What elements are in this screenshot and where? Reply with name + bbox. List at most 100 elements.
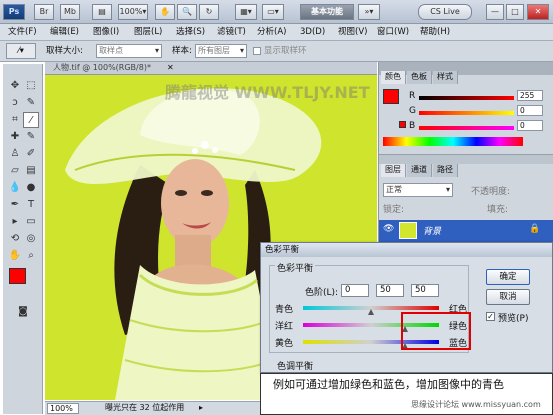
- menu-filter[interactable]: 滤镜(T): [217, 24, 246, 40]
- zoom-tool-icon[interactable]: ⌕: [23, 248, 39, 264]
- foreground-color-swatch[interactable]: [9, 268, 26, 284]
- shape-tool-icon[interactable]: ▭: [23, 214, 39, 230]
- menu-window[interactable]: 窗口(W): [377, 24, 409, 40]
- maximize-button[interactable]: □: [506, 4, 524, 20]
- dodge-tool-icon[interactable]: ●: [23, 180, 39, 196]
- r-field[interactable]: 255: [517, 90, 543, 101]
- workspace-menu-icon[interactable]: »▾: [358, 4, 380, 20]
- status-menu-icon[interactable]: ▸: [199, 402, 203, 414]
- options-bar: ⁄▾ 取样大小: 取样点 样本: 所有图层 显示取样环: [0, 41, 553, 62]
- zoom-field[interactable]: 100%: [47, 403, 79, 414]
- healing-tool-icon[interactable]: ✚: [7, 129, 23, 145]
- layer-row-background[interactable]: 👁 背景 🔒: [379, 220, 553, 242]
- layer-visibility-icon[interactable]: 👁: [383, 224, 394, 234]
- history-brush-tool-icon[interactable]: ✐: [23, 146, 39, 162]
- menu-file[interactable]: 文件(F): [8, 24, 37, 40]
- cyan-red-thumb[interactable]: [368, 309, 374, 315]
- show-ring-checkbox[interactable]: [253, 47, 261, 55]
- opacity-label: 不透明度:: [471, 187, 511, 197]
- color-spectrum-bar[interactable]: [383, 137, 523, 146]
- ok-button[interactable]: 确定: [486, 269, 530, 285]
- move-tool-icon[interactable]: ✥: [7, 78, 23, 94]
- b-slider[interactable]: [419, 126, 514, 130]
- sample-size-select[interactable]: 取样点: [96, 44, 162, 58]
- hand-tool-icon[interactable]: ✋: [155, 4, 175, 20]
- menu-select[interactable]: 选择(S): [176, 24, 205, 40]
- status-info: 曝光只在 32 位起作用: [105, 403, 185, 412]
- lasso-tool-icon[interactable]: ↄ: [7, 95, 23, 111]
- rotate-view-icon[interactable]: ↻: [199, 4, 219, 20]
- 3d-rotate-tool-icon[interactable]: ⟲: [7, 231, 23, 247]
- level-field-magenta-green[interactable]: 50: [376, 284, 404, 297]
- r-slider[interactable]: [419, 96, 514, 100]
- brush-tool-icon[interactable]: ✎: [23, 129, 39, 145]
- color-balance-dialog: 色彩平衡 色彩平衡 色阶(L): 0 50 50 青色 红色 洋红 绿色 黄色 …: [260, 242, 553, 373]
- pen-tool-icon[interactable]: ✒: [7, 197, 23, 213]
- level-field-yellow-blue[interactable]: 50: [411, 284, 439, 297]
- tab-color[interactable]: 颜色: [381, 71, 406, 84]
- blur-tool-icon[interactable]: 💧: [7, 180, 23, 196]
- menu-view[interactable]: 视图(V): [338, 24, 367, 40]
- caption-text: 例如可通过增加绿色和蓝色，增加图像中的青色: [273, 378, 504, 391]
- r-label: R: [409, 91, 416, 101]
- tab-layers[interactable]: 图层: [381, 164, 406, 177]
- zoom-tool-icon[interactable]: 🔍: [177, 4, 197, 20]
- cs-live-button[interactable]: CS Live: [418, 4, 472, 20]
- menu-layer[interactable]: 图层(L): [134, 24, 162, 40]
- minimize-button[interactable]: —: [486, 4, 504, 20]
- marquee-tool-icon[interactable]: ⬚: [23, 78, 39, 94]
- cs-live-label: CS Live: [430, 7, 460, 16]
- screen-mode-icon[interactable]: ▭▾: [262, 4, 284, 20]
- document-tab[interactable]: 人物.tif @ 100%(RGB/8)* ✕: [45, 62, 377, 75]
- menu-edit[interactable]: 编辑(E): [50, 24, 79, 40]
- menu-help[interactable]: 帮助(H): [420, 24, 450, 40]
- eyedropper-preset-icon[interactable]: ⁄▾: [6, 43, 36, 59]
- quick-mask-icon[interactable]: ◙: [15, 304, 31, 320]
- preview-checkbox[interactable]: ✓: [486, 312, 495, 321]
- crop-tool-icon[interactable]: ⌗: [7, 112, 23, 128]
- preview-label: 预览(P): [498, 314, 529, 324]
- sample-select[interactable]: 所有图层: [195, 44, 247, 58]
- menu-image[interactable]: 图像(I): [93, 24, 119, 40]
- level-field-cyan-red[interactable]: 0: [341, 284, 369, 297]
- quick-select-tool-icon[interactable]: ✎: [23, 95, 39, 111]
- lock-label: 锁定:: [383, 205, 405, 215]
- bridge-icon[interactable]: Br: [34, 4, 54, 20]
- color-panel-foreground-swatch[interactable]: [383, 89, 399, 104]
- stamp-tool-icon[interactable]: ♙: [7, 146, 23, 162]
- eraser-tool-icon[interactable]: ▱: [7, 163, 23, 179]
- b-field[interactable]: 0: [517, 120, 543, 131]
- menu-bar: 文件(F) 编辑(E) 图像(I) 图层(L) 选择(S) 滤镜(T) 分析(A…: [0, 24, 553, 41]
- sample-label: 样本:: [172, 46, 192, 56]
- tab-styles[interactable]: 样式: [433, 71, 458, 84]
- arrange-documents-icon[interactable]: ▦▾: [235, 4, 257, 20]
- layer-name: 背景: [423, 227, 442, 237]
- mini-bridge-icon[interactable]: Mb: [60, 4, 80, 20]
- tab-paths[interactable]: 路径: [433, 164, 458, 177]
- group-label: 色彩平衡: [275, 261, 316, 274]
- workspace-button[interactable]: 基本功能: [300, 4, 354, 20]
- hand-tool-icon[interactable]: ✋: [7, 248, 23, 264]
- document-tab-close-icon[interactable]: ✕: [167, 62, 174, 74]
- close-button[interactable]: ✕: [527, 4, 549, 20]
- 3d-orbit-tool-icon[interactable]: ◎: [23, 231, 39, 247]
- levels-label: 色阶(L):: [305, 288, 339, 298]
- eyedropper-tool-icon[interactable]: ⁄: [23, 112, 39, 128]
- site-watermark: 思缘设计论坛 www.missyuan.com: [411, 400, 541, 409]
- menu-3d[interactable]: 3D(D): [300, 24, 325, 40]
- g-field[interactable]: 0: [517, 105, 543, 116]
- blend-mode-select[interactable]: 正常: [383, 183, 453, 197]
- cancel-button[interactable]: 取消: [486, 289, 530, 305]
- extras-icon[interactable]: ▤: [92, 4, 112, 20]
- tab-swatches[interactable]: 色板: [407, 71, 432, 84]
- zoom-level-menu[interactable]: 100%▾: [118, 4, 148, 20]
- type-tool-icon[interactable]: T: [23, 197, 39, 213]
- g-slider[interactable]: [419, 111, 514, 115]
- highlight-box: [401, 312, 471, 350]
- g-label: G: [409, 106, 416, 116]
- path-select-tool-icon[interactable]: ▸: [7, 214, 23, 230]
- layer-thumbnail: [399, 222, 417, 239]
- menu-analysis[interactable]: 分析(A): [257, 24, 286, 40]
- tab-channels[interactable]: 通道: [407, 164, 432, 177]
- gradient-tool-icon[interactable]: ▤: [23, 163, 39, 179]
